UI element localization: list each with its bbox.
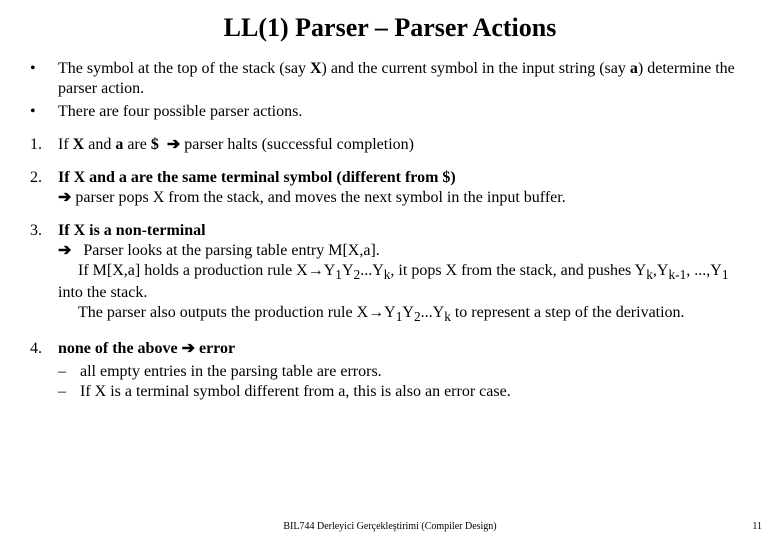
text: ...Y — [360, 262, 384, 279]
text: parser halts (successful completion) — [180, 136, 414, 153]
arrow-icon: ➔ — [182, 340, 195, 357]
text: Parser looks at the parsing table entry … — [83, 242, 379, 259]
bullet-text: There are four possible parser actions. — [58, 102, 750, 122]
footer-text: BIL744 Derleyici Gerçekleştirimi (Compil… — [0, 521, 780, 532]
text: The parser also outputs the production r… — [78, 304, 368, 321]
arrow-icon: ➔ — [167, 136, 180, 153]
text: If — [58, 222, 74, 239]
sub-text: If X is a terminal symbol different from… — [80, 382, 511, 402]
y: Y — [384, 304, 396, 321]
bullet-marker: • — [30, 59, 58, 99]
text: error — [195, 340, 235, 357]
item-4: 4. none of the above ➔ error — [30, 339, 750, 359]
text: none of the above — [58, 340, 182, 357]
item-number: 4. — [30, 339, 58, 359]
rightarrow-icon: → — [308, 262, 324, 279]
sub: 1 — [722, 267, 729, 282]
symbol-a: a — [630, 60, 638, 77]
text: is a non-terminal — [85, 222, 205, 239]
symbol-a: a — [119, 169, 127, 186]
bullet-2: • There are four possible parser actions… — [30, 102, 750, 122]
item-number: 3. — [30, 221, 58, 327]
item-1: 1. If X and a are $ ➔ parser halts (succ… — [30, 135, 750, 155]
symbol-x: X — [310, 60, 322, 77]
text: ,Y — [653, 262, 669, 279]
item-2: 2. If X and a are the same terminal symb… — [30, 168, 750, 208]
text: and — [84, 136, 115, 153]
item-number: 2. — [30, 168, 58, 208]
sub: 2 — [414, 310, 421, 325]
text: , ...,Y — [686, 262, 722, 279]
item-text: If X and a are the same terminal symbol … — [58, 168, 750, 208]
y: Y — [342, 262, 354, 279]
text: into the stack. — [58, 284, 147, 301]
item-text: none of the above ➔ error — [58, 339, 750, 359]
arrow-icon: ➔ — [58, 189, 71, 206]
dash-marker: – — [58, 382, 80, 402]
bullet-1: • The symbol at the top of the stack (sa… — [30, 59, 750, 99]
arrow-icon: ➔ — [58, 242, 71, 259]
sub: k — [646, 267, 653, 282]
sub-text: all empty entries in the parsing table a… — [80, 362, 382, 382]
symbol-x: X — [153, 189, 165, 206]
page-number: 11 — [752, 521, 762, 532]
rightarrow-icon: → — [368, 304, 384, 321]
dash-marker: – — [58, 362, 80, 382]
symbol-x: X — [74, 169, 86, 186]
text: ...Y — [421, 304, 445, 321]
text: The symbol at the top of the stack (say — [58, 60, 310, 77]
dollar: $ — [151, 136, 159, 153]
slide: LL(1) Parser – Parser Actions • The symb… — [0, 0, 780, 540]
item-text: If X is a non-terminal ➔ Parser looks at… — [58, 221, 750, 327]
text: to represent a step of the derivation. — [451, 304, 685, 321]
sub-bullet-2: – If X is a terminal symbol different fr… — [58, 382, 750, 402]
symbol-x: X — [74, 222, 86, 239]
item-text: If X and a are $ ➔ parser halts (success… — [58, 135, 750, 155]
text: , it pops X from the stack, and pushes Y — [390, 262, 646, 279]
sub: 1 — [335, 267, 342, 282]
sub-bullet-1: – all empty entries in the parsing table… — [58, 362, 750, 382]
y: Y — [324, 262, 336, 279]
bullet-marker: • — [30, 102, 58, 122]
text: If M[X,a] holds a production rule X — [78, 262, 308, 279]
text: parser pops — [71, 189, 152, 206]
text: If — [58, 136, 73, 153]
slide-title: LL(1) Parser – Parser Actions — [30, 12, 750, 45]
text: are the same terminal symbol (different … — [127, 169, 456, 186]
item-3: 3. If X is a non-terminal ➔ Parser looks… — [30, 221, 750, 327]
text: and — [85, 169, 119, 186]
symbol-x: X — [73, 136, 85, 153]
sub: k — [444, 310, 451, 325]
text: If — [58, 169, 74, 186]
text: from the stack, and moves the next symbo… — [164, 189, 565, 206]
y: Y — [402, 304, 414, 321]
text: ) and the current symbol in the input st… — [322, 60, 630, 77]
sub: k-1 — [668, 267, 686, 282]
item-number: 1. — [30, 135, 58, 155]
bullet-text: The symbol at the top of the stack (say … — [58, 59, 750, 99]
text: are — [123, 136, 151, 153]
